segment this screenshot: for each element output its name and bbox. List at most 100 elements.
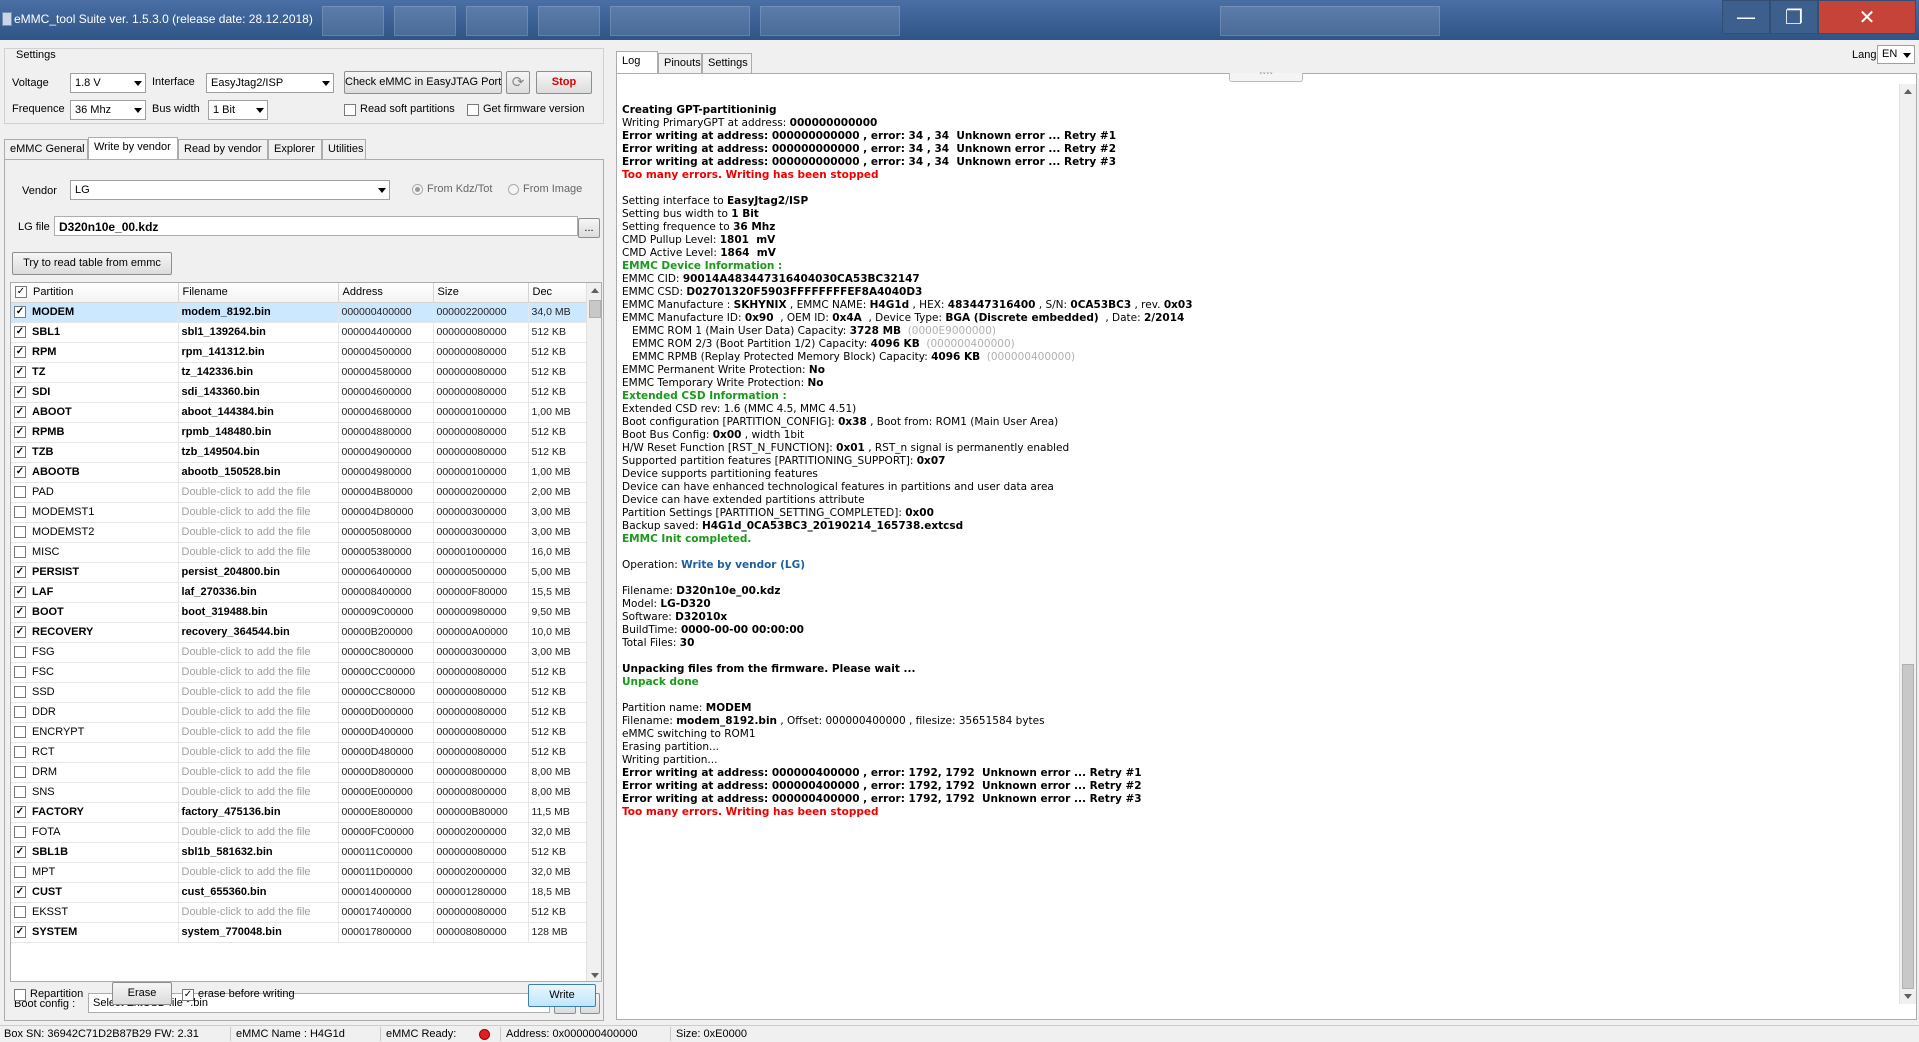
filename-cell[interactable]: system_770048.bin bbox=[178, 922, 339, 943]
partition-cell[interactable]: ✓ ABOOTB bbox=[11, 462, 179, 483]
tab-utilities[interactable]: Utilities bbox=[322, 139, 366, 159]
partition-cell[interactable]: ✓ TZ bbox=[11, 362, 179, 383]
filename-cell[interactable]: Double-click to add the file bbox=[178, 742, 339, 763]
refresh-button[interactable]: ⟳ bbox=[506, 71, 530, 94]
column-header-partition[interactable]: ✓ Partition bbox=[11, 283, 179, 303]
maximize-button[interactable]: ❐ bbox=[1770, 0, 1818, 34]
table-row[interactable]: ✓ SBL1 sbl1_139264.bin 000004400000 00000008… bbox=[11, 322, 587, 343]
filename-cell[interactable]: abootb_150528.bin bbox=[178, 462, 339, 483]
partition-cell[interactable]: ✓ TZB bbox=[11, 442, 179, 463]
scroll-down-icon[interactable] bbox=[591, 973, 599, 978]
table-row[interactable]: ✓ ABOOT aboot_144384.bin 000004680000 000000… bbox=[11, 402, 587, 423]
partition-cell[interactable]: FSC bbox=[11, 662, 179, 683]
table-row[interactable]: ✓ RPMB rpmb_148480.bin 000004880000 00000008… bbox=[11, 422, 587, 443]
filename-cell[interactable]: aboot_144384.bin bbox=[178, 402, 339, 423]
row-checkbox[interactable]: ✓ bbox=[14, 386, 26, 399]
partition-cell[interactable]: ENCRYPT bbox=[11, 722, 179, 743]
table-row[interactable]: ✓ TZB tzb_149504.bin 000004900000 0000000800… bbox=[11, 442, 587, 463]
tab-log[interactable]: Log bbox=[616, 51, 658, 73]
table-row[interactable]: MODEMST1 Double-click to add the file 0000… bbox=[11, 502, 587, 523]
partition-cell[interactable]: ✓ PERSIST bbox=[11, 562, 179, 583]
row-checkbox[interactable] bbox=[14, 766, 26, 779]
table-row[interactable]: SSD Double-click to add the file 00000CC80… bbox=[11, 682, 587, 703]
table-row[interactable]: ✓ ABOOTB abootb_150528.bin 000004980000 0000… bbox=[11, 462, 587, 483]
partition-cell[interactable]: MISC bbox=[11, 542, 179, 563]
table-row[interactable]: ✓ MODEM modem_8192.bin 000000400000 00000220… bbox=[11, 302, 587, 323]
filename-cell[interactable]: Double-click to add the file bbox=[178, 722, 339, 743]
row-checkbox[interactable] bbox=[14, 646, 26, 659]
table-row[interactable]: ✓ BOOT boot_319488.bin 000009C00000 00000098… bbox=[11, 602, 587, 623]
tab-write-by-vendor[interactable]: Write by vendor bbox=[88, 137, 178, 159]
table-row[interactable]: FSG Double-click to add the file 00000C800… bbox=[11, 642, 587, 663]
partition-cell[interactable]: FSG bbox=[11, 642, 179, 663]
row-checkbox[interactable]: ✓ bbox=[14, 806, 26, 819]
scroll-up-icon[interactable] bbox=[591, 288, 599, 293]
filename-cell[interactable]: sbl1b_581632.bin bbox=[178, 842, 339, 863]
table-row[interactable]: MISC Double-click to add the file 00000538… bbox=[11, 542, 587, 563]
filename-cell[interactable]: Double-click to add the file bbox=[178, 642, 339, 663]
log-scrollbar[interactable] bbox=[1899, 84, 1916, 1004]
row-checkbox[interactable] bbox=[14, 526, 26, 539]
table-row[interactable]: ✓ SYSTEM system_770048.bin 000017800000 0000… bbox=[11, 922, 587, 943]
partition-cell[interactable]: ✓ SYSTEM bbox=[11, 922, 179, 943]
filename-cell[interactable]: rpm_141312.bin bbox=[178, 342, 339, 363]
row-checkbox[interactable]: ✓ bbox=[14, 586, 26, 599]
partition-cell[interactable]: EKSST bbox=[11, 902, 179, 923]
filename-cell[interactable]: persist_204800.bin bbox=[178, 562, 339, 583]
partition-cell[interactable]: DRM bbox=[11, 762, 179, 783]
filename-cell[interactable]: boot_319488.bin bbox=[178, 602, 339, 623]
tab-settings[interactable]: Settings bbox=[702, 53, 752, 73]
partition-cell[interactable]: ✓ FACTORY bbox=[11, 802, 179, 823]
row-checkbox[interactable]: ✓ bbox=[14, 306, 26, 319]
row-checkbox[interactable]: ✓ bbox=[14, 846, 26, 859]
voltage-select[interactable]: 1.8 V bbox=[70, 73, 146, 93]
erase-button[interactable]: Erase bbox=[112, 982, 172, 1005]
vendor-select[interactable]: LG bbox=[70, 180, 390, 200]
row-checkbox[interactable] bbox=[14, 666, 26, 679]
filename-cell[interactable]: sdi_143360.bin bbox=[178, 382, 339, 403]
row-checkbox[interactable]: ✓ bbox=[14, 926, 26, 939]
tab-pinouts[interactable]: Pinouts bbox=[658, 53, 702, 73]
partition-cell[interactable]: ✓ RPMB bbox=[11, 422, 179, 443]
tab-explorer[interactable]: Explorer bbox=[268, 139, 322, 159]
row-checkbox[interactable] bbox=[14, 746, 26, 759]
filename-cell[interactable]: Double-click to add the file bbox=[178, 482, 339, 503]
repartition-checkbox[interactable] bbox=[14, 989, 26, 1001]
read-table-button[interactable]: Try to read table from emmc bbox=[12, 252, 172, 275]
partition-cell[interactable]: ✓ SBL1B bbox=[11, 842, 179, 863]
table-row[interactable]: ✓ SDI sdi_143360.bin 000004600000 0000000800… bbox=[11, 382, 587, 403]
partition-cell[interactable]: ✓ CUST bbox=[11, 882, 179, 903]
row-checkbox[interactable]: ✓ bbox=[14, 326, 26, 339]
table-row[interactable]: PAD Double-click to add the file 000004B80… bbox=[11, 482, 587, 503]
filename-cell[interactable]: Double-click to add the file bbox=[178, 822, 339, 843]
table-row[interactable]: EKSST Double-click to add the file 0000174… bbox=[11, 902, 587, 923]
partition-cell[interactable]: SNS bbox=[11, 782, 179, 803]
row-checkbox[interactable] bbox=[14, 866, 26, 879]
row-checkbox[interactable]: ✓ bbox=[14, 446, 26, 459]
partition-cell[interactable]: FOTA bbox=[11, 822, 179, 843]
column-header-dec[interactable]: Dec bbox=[528, 283, 587, 303]
row-checkbox[interactable] bbox=[14, 706, 26, 719]
row-checkbox[interactable]: ✓ bbox=[14, 426, 26, 439]
scroll-up-icon[interactable] bbox=[1904, 89, 1912, 94]
table-row[interactable]: MODEMST2 Double-click to add the file 0000… bbox=[11, 522, 587, 543]
column-header-size[interactable]: Size bbox=[433, 283, 529, 303]
row-checkbox[interactable]: ✓ bbox=[14, 606, 26, 619]
write-button[interactable]: Write bbox=[528, 984, 596, 1007]
filename-cell[interactable]: factory_475136.bin bbox=[178, 802, 339, 823]
partition-cell[interactable]: RCT bbox=[11, 742, 179, 763]
table-row[interactable]: ✓ SBL1B sbl1b_581632.bin 000011C00000 000000… bbox=[11, 842, 587, 863]
partition-cell[interactable]: SSD bbox=[11, 682, 179, 703]
filename-cell[interactable]: Double-click to add the file bbox=[178, 542, 339, 563]
filename-cell[interactable]: tz_142336.bin bbox=[178, 362, 339, 383]
column-header-filename[interactable]: Filename bbox=[178, 283, 339, 303]
tab-emmc-general[interactable]: eMMC General bbox=[4, 139, 88, 159]
filename-cell[interactable]: Double-click to add the file bbox=[178, 682, 339, 703]
row-checkbox[interactable]: ✓ bbox=[14, 886, 26, 899]
row-checkbox[interactable]: ✓ bbox=[14, 466, 26, 479]
row-checkbox[interactable] bbox=[14, 506, 26, 519]
filename-cell[interactable]: modem_8192.bin bbox=[178, 302, 339, 323]
filename-cell[interactable]: cust_655360.bin bbox=[178, 882, 339, 903]
buswidth-select[interactable]: 1 Bit bbox=[208, 100, 268, 120]
stop-button[interactable]: Stop bbox=[536, 71, 592, 94]
